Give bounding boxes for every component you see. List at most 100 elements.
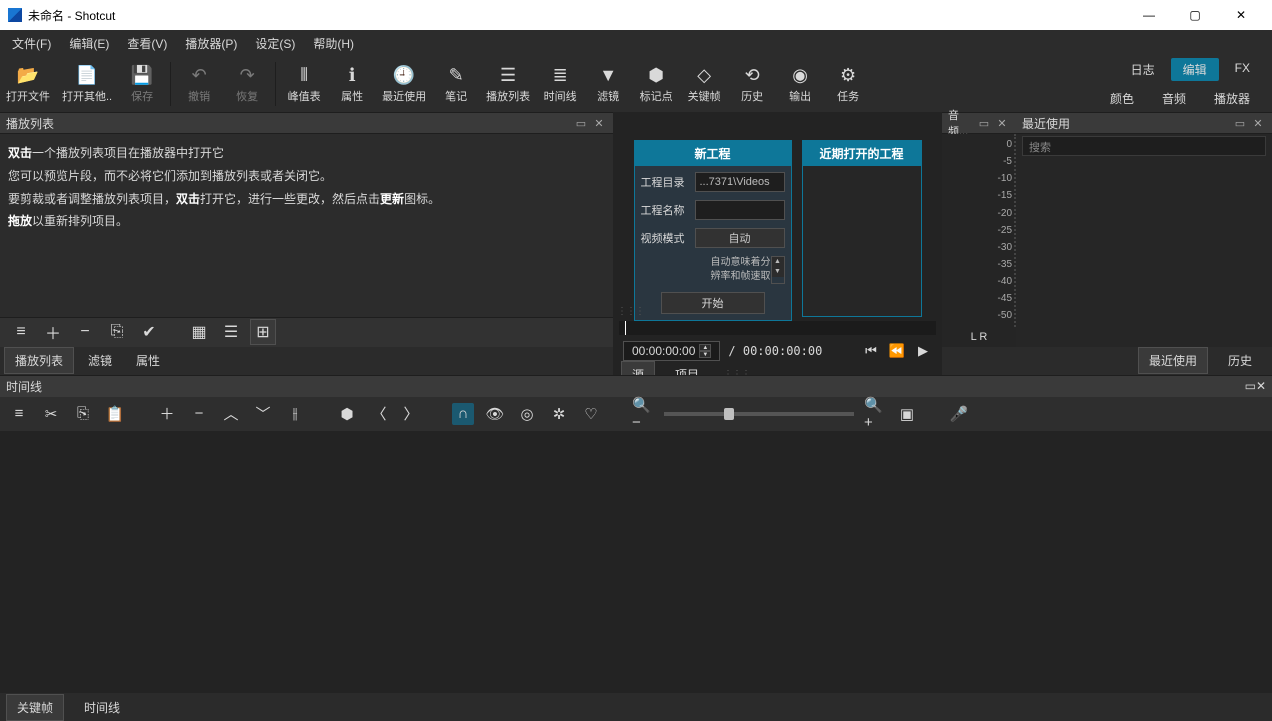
panel-close-button[interactable]: ✕ <box>1250 115 1266 131</box>
scrub-button[interactable]: 👁 <box>484 403 506 425</box>
panel-close-button[interactable]: ✕ <box>994 115 1010 131</box>
player-viewport: ⋮⋮⋮ 新工程 工程目录...7371\Videos 工程名称 视频模式自动 自… <box>613 112 942 321</box>
player-scrubber[interactable] <box>619 321 936 335</box>
project-name-field[interactable] <box>695 200 785 220</box>
tc-down-icon[interactable]: ▼ <box>699 351 711 358</box>
markers-button[interactable]: ⬢标记点 <box>632 60 680 108</box>
redo-button[interactable]: ↷恢复 <box>223 60 271 108</box>
split-button[interactable]: ⫲ <box>284 403 306 425</box>
layout-tab-log[interactable]: 日志 <box>1119 58 1167 81</box>
lift-button[interactable]: ︿ <box>220 403 242 425</box>
maximize-button[interactable]: ▢ <box>1172 0 1218 30</box>
play-button[interactable]: ▶ <box>914 342 932 360</box>
zoom-in-button[interactable]: 🔍+ <box>864 403 886 425</box>
open-other-button[interactable]: 📄打开其他.. <box>56 60 118 108</box>
properties-button[interactable]: ℹ属性 <box>328 60 376 108</box>
overwrite-button[interactable]: ﹀ <box>252 403 274 425</box>
rewind-button[interactable]: ⏪ <box>888 342 906 360</box>
copy-button[interactable]: ⎘ <box>72 403 94 425</box>
cut-button[interactable]: ✂ <box>40 403 62 425</box>
menu-help[interactable]: 帮助(H) <box>305 31 362 56</box>
paste-button[interactable]: 📋 <box>104 403 126 425</box>
keyframes-button[interactable]: ◇关键帧 <box>680 60 728 108</box>
recent-button[interactable]: 🕘最近使用 <box>376 60 432 108</box>
view-icons-button[interactable]: ⊞ <box>250 319 276 345</box>
panel-float-button[interactable]: ▭ <box>1245 379 1256 393</box>
save-button[interactable]: 💾保存 <box>118 60 166 108</box>
timeline-tracks[interactable] <box>0 431 1272 694</box>
jobs-button[interactable]: ⚙任务 <box>824 60 872 108</box>
start-project-button[interactable]: 开始 <box>661 292 765 314</box>
stepper-down-icon[interactable]: ▼ <box>772 267 784 277</box>
view-details-button[interactable]: ▦ <box>186 319 212 345</box>
playlist-check-button[interactable]: ✔ <box>136 319 162 345</box>
view-list-button[interactable]: ☰ <box>218 319 244 345</box>
layout-tab-player[interactable]: 播放器 <box>1202 87 1262 110</box>
tc-up-icon[interactable]: ▲ <box>699 344 711 351</box>
playlist-remove-button[interactable]: − <box>72 319 98 345</box>
funnel-icon: ▼ <box>599 64 617 86</box>
keyframe-icon: ◇ <box>697 64 711 86</box>
recent-body: 搜索 <box>1016 134 1272 347</box>
menu-file[interactable]: 文件(F) <box>4 31 59 56</box>
undo-button[interactable]: ↶撤销 <box>175 60 223 108</box>
export-button[interactable]: ◉输出 <box>776 60 824 108</box>
tab-properties[interactable]: 属性 <box>126 348 170 373</box>
layout-tab-fx[interactable]: FX <box>1223 58 1262 81</box>
filters-button[interactable]: ▼滤镜 <box>584 60 632 108</box>
close-button[interactable]: ✕ <box>1218 0 1264 30</box>
prev-marker-button[interactable]: 〈 <box>368 403 390 425</box>
layout-tab-edit[interactable]: 编辑 <box>1171 58 1219 81</box>
peak-meter-button[interactable]: ⫴峰值表 <box>280 60 328 108</box>
menu-edit[interactable]: 编辑(E) <box>61 31 117 56</box>
project-dir-field[interactable]: ...7371\Videos <box>695 172 785 192</box>
panel-float-button[interactable]: ▭ <box>1232 115 1248 131</box>
open-file-button[interactable]: 📂打开文件 <box>0 60 56 108</box>
playlist-add-button[interactable]: ＋ <box>40 319 66 345</box>
ripple-all-button[interactable]: ✲ <box>548 403 570 425</box>
layout-tab-color[interactable]: 颜色 <box>1098 87 1146 110</box>
timeline-menu-button[interactable]: ≡ <box>8 403 30 425</box>
tab-recent[interactable]: 最近使用 <box>1138 347 1208 374</box>
layout-tab-audio[interactable]: 音频 <box>1150 87 1198 110</box>
tab-history[interactable]: 历史 <box>1218 348 1262 373</box>
recent-search-input[interactable]: 搜索 <box>1022 136 1266 156</box>
remove-button[interactable]: − <box>188 403 210 425</box>
zoom-handle[interactable] <box>724 408 734 420</box>
notes-button[interactable]: ✎笔记 <box>432 60 480 108</box>
append-button[interactable]: ＋ <box>156 403 178 425</box>
ripple-markers-button[interactable]: ♡ <box>580 403 602 425</box>
history-button[interactable]: ⟲历史 <box>728 60 776 108</box>
zoom-fit-button[interactable]: ▣ <box>896 403 918 425</box>
tab-playlist[interactable]: 播放列表 <box>4 347 74 374</box>
playlist-button[interactable]: ☰播放列表 <box>480 60 536 108</box>
menu-settings[interactable]: 设定(S) <box>247 31 303 56</box>
video-mode-dropdown[interactable]: 自动 <box>695 228 785 248</box>
levels-icon: ⫴ <box>300 64 308 86</box>
zoom-out-button[interactable]: 🔍− <box>632 403 654 425</box>
timecode-input[interactable]: 00:00:00:00 ▲▼ <box>623 341 720 361</box>
menu-player[interactable]: 播放器(P) <box>177 31 245 56</box>
skip-start-button[interactable]: ⏮ <box>862 342 880 360</box>
marker-button[interactable]: ⬢ <box>336 403 358 425</box>
zoom-slider[interactable] <box>664 412 854 416</box>
record-audio-button[interactable]: 🎤 <box>948 403 970 425</box>
tab-filters[interactable]: 滤镜 <box>78 348 122 373</box>
timeline-button[interactable]: ≣时间线 <box>536 60 584 108</box>
playlist-menu-button[interactable]: ≡ <box>8 319 34 345</box>
minimize-button[interactable]: — <box>1126 0 1172 30</box>
ripple-button[interactable]: ◎ <box>516 403 538 425</box>
stepper-up-icon[interactable]: ▲ <box>772 257 784 267</box>
panel-close-button[interactable]: ✕ <box>591 115 607 131</box>
tab-keyframes[interactable]: 关键帧 <box>6 694 64 721</box>
snap-button[interactable]: ∩ <box>452 403 474 425</box>
gripper-icon[interactable]: ⋮⋮⋮ <box>617 306 644 317</box>
playlist-title: 播放列表 <box>6 115 571 132</box>
playlist-update-button[interactable]: ⎘ <box>104 319 130 345</box>
panel-close-button[interactable]: ✕ <box>1256 379 1266 393</box>
panel-float-button[interactable]: ▭ <box>573 115 589 131</box>
panel-float-button[interactable]: ▭ <box>976 115 992 131</box>
next-marker-button[interactable]: 〉 <box>400 403 422 425</box>
menu-view[interactable]: 查看(V) <box>119 31 175 56</box>
tab-timeline[interactable]: 时间线 <box>74 695 130 720</box>
